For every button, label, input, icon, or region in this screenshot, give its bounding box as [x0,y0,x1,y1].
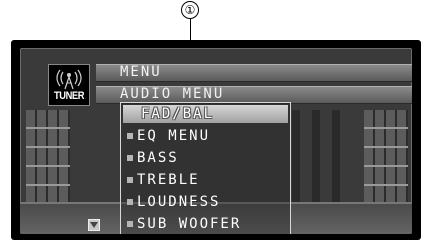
eq-bar [312,110,320,215]
audio-menu-list: FAD/BAL EQ MENU BASS TREBLE LOUDNESS SUB… [120,102,291,234]
eq-background-right [364,110,408,210]
menu-item-sub-woofer[interactable]: SUB WOOFER [123,215,288,233]
menu-title: MENU [120,64,162,80]
bullet-icon [127,221,133,227]
menu-item-fad-bal[interactable]: FAD/BAL [123,105,288,123]
tuner-source-badge: TUNER [48,64,90,106]
menu-item-label: BASS [137,150,179,166]
tuner-label: TUNER [53,90,85,102]
eq-bar [332,110,340,215]
menu-item-label: EQ MENU [137,128,211,144]
display-screen: TUNER MENU AUDIO MENU FAD/BAL EQ MENU BA… [11,40,421,240]
menu-item-bass[interactable]: BASS [123,149,288,167]
bullet-icon [127,133,133,139]
audio-menu-title: AUDIO MENU [120,86,225,102]
scroll-down-arrow-icon [90,222,98,228]
menu-title-bar: MENU [96,64,412,82]
bullet-icon [127,199,133,205]
eq-bar [292,110,300,215]
menu-item-label: LOUDNESS [137,194,221,210]
menu-item-eq-menu[interactable]: EQ MENU [123,127,288,145]
menu-item-loudness[interactable]: LOUDNESS [123,193,288,211]
bullet-icon [127,155,133,161]
menu-item-label: FAD/BAL [141,106,215,122]
display-frame: TUNER MENU AUDIO MENU FAD/BAL EQ MENU BA… [20,48,412,234]
antenna-icon [56,69,82,90]
eq-background-left [26,110,70,210]
bullet-icon [127,177,133,183]
callout-number: ① [181,1,199,19]
scroll-down-button[interactable] [88,219,100,231]
menu-item-label: SUB WOOFER [137,216,242,232]
menu-item-label: TREBLE [137,172,200,188]
menu-item-treble[interactable]: TREBLE [123,171,288,189]
